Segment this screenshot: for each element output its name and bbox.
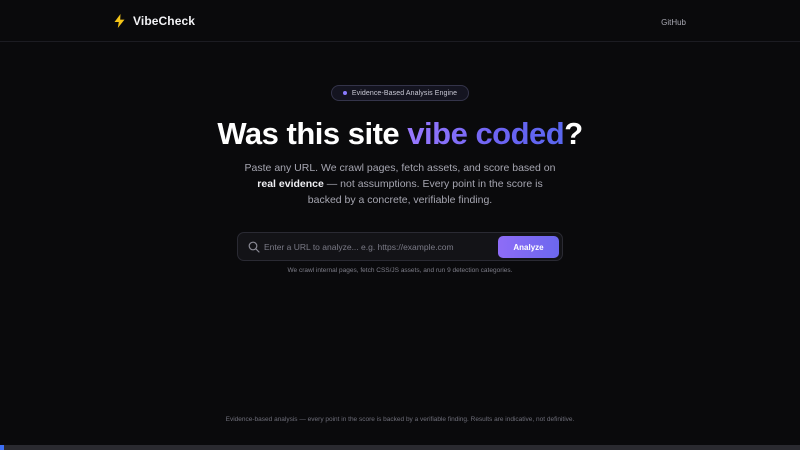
brand-logo-link[interactable]: VibeCheck — [114, 14, 195, 28]
subtitle-part2: — not assumptions. Every point in the sc… — [307, 178, 543, 206]
analyze-button[interactable]: Analyze — [498, 236, 559, 258]
url-search-form: Analyze — [237, 232, 563, 261]
footer-disclaimer: Evidence-based analysis — every point in… — [225, 416, 575, 423]
search-hint: We crawl internal pages, fetch CSS/JS as… — [287, 267, 513, 274]
lightning-bolt-icon — [114, 14, 125, 28]
subtitle-emphasis: real evidence — [257, 178, 324, 190]
headline-highlight: vibe coded — [407, 116, 565, 151]
hero-subtitle: Paste any URL. We crawl pages, fetch ass… — [240, 160, 560, 208]
url-input[interactable] — [264, 237, 494, 257]
loading-progress-bar — [0, 445, 800, 450]
headline-suffix: ? — [564, 116, 583, 151]
badge-label: Evidence-Based Analysis Engine — [351, 89, 458, 97]
hero-badge: Evidence-Based Analysis Engine — [331, 85, 469, 101]
search-icon — [248, 241, 260, 253]
brand-name: VibeCheck — [133, 14, 196, 28]
badge-dot-icon — [342, 91, 347, 95]
top-navbar: VibeCheck GitHub — [0, 0, 800, 42]
subtitle-part1: Paste any URL. We crawl pages, fetch ass… — [244, 162, 556, 174]
loading-progress-fill — [0, 445, 4, 450]
headline-prefix: Was this site — [217, 116, 408, 151]
page-title: Was this site vibe coded? — [0, 113, 800, 155]
github-link[interactable]: GitHub — [661, 18, 686, 27]
